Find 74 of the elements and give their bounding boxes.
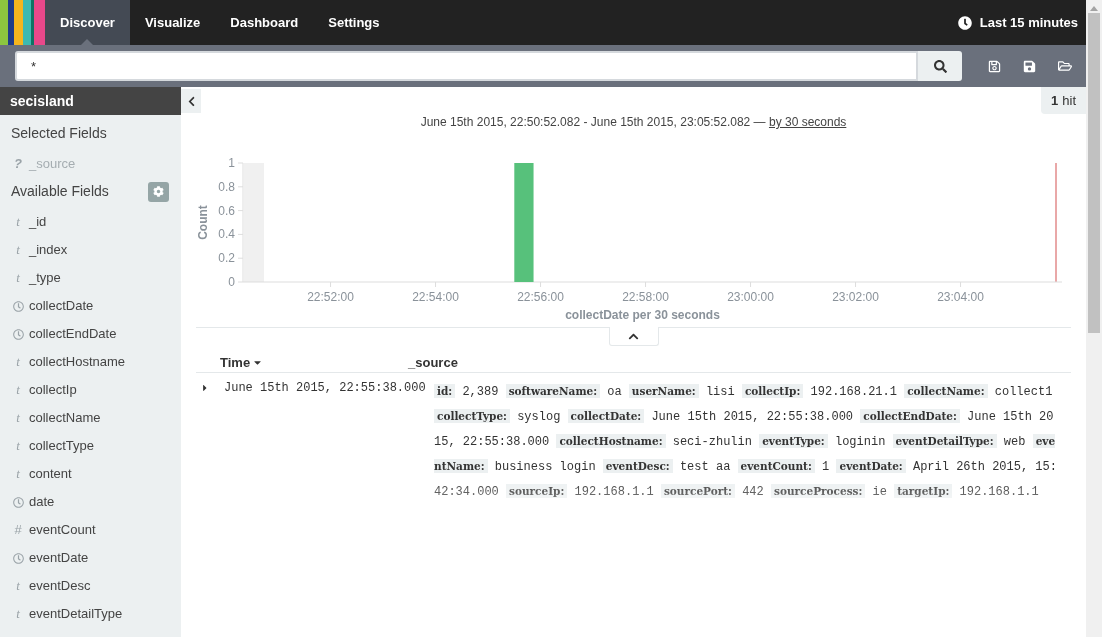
x-tick-label: 22:52:00 <box>307 290 354 304</box>
string-type-icon: t <box>12 576 24 596</box>
field-name[interactable]: eventCount <box>29 520 96 540</box>
collapse-chart-button[interactable] <box>608 327 659 346</box>
x-tick-label: 22:56:00 <box>517 290 564 304</box>
time-picker[interactable]: Last 15 minutes <box>957 0 1086 45</box>
x-axis-title: collectDate per 30 seconds <box>565 308 720 322</box>
gear-icon <box>153 186 164 197</box>
field-name[interactable]: collectName <box>29 408 101 428</box>
clock-icon <box>12 496 24 508</box>
string-type-icon: t <box>12 380 24 400</box>
time-cell-text: June 15th 2015, 22:55:38.000 <box>223 380 427 397</box>
field-name[interactable]: _id <box>29 212 47 232</box>
clock-icon <box>12 552 24 564</box>
field-name[interactable]: eventDesc <box>29 576 91 596</box>
field-name[interactable]: collectDate <box>29 296 94 316</box>
field-name[interactable]: collectEndDate <box>29 324 117 344</box>
y-tick-label: 1 <box>228 156 235 170</box>
column-header: _source <box>408 354 458 372</box>
field-name[interactable]: date <box>29 492 55 512</box>
y-axis-title: Count <box>196 205 210 240</box>
string-type-icon: t <box>12 212 24 232</box>
string-type-icon: t <box>12 240 24 260</box>
y-tick-label: 0 <box>228 275 235 289</box>
string-type-icon: t <box>12 268 24 288</box>
new-document-icon[interactable] <box>988 59 1001 73</box>
field-name[interactable]: collectIp <box>29 380 77 400</box>
logo-icon <box>0 0 45 45</box>
field-name[interactable]: eventDate <box>29 548 89 568</box>
column-header[interactable]: Time <box>196 353 408 372</box>
save-icon[interactable] <box>1023 59 1036 73</box>
search-icon <box>933 59 947 73</box>
nav-tab[interactable]: Dashboard <box>215 0 314 45</box>
nav-tab[interactable]: Settings <box>313 0 395 45</box>
field-name[interactable]: eventDetailType <box>29 604 123 624</box>
search-button[interactable] <box>918 51 962 81</box>
clock-icon <box>12 328 24 340</box>
y-tick-label: 0.8 <box>218 179 235 194</box>
number-type-icon: # <box>12 520 24 540</box>
string-type-icon: t <box>12 604 24 624</box>
collapse-sidebar-button[interactable] <box>181 89 201 113</box>
folder-icon[interactable] <box>1058 59 1072 73</box>
y-tick-label: 0.4 <box>218 227 235 242</box>
search-field[interactable]: * <box>15 51 918 81</box>
x-tick-label: 22:58:00 <box>622 290 669 304</box>
interval-link[interactable]: by 30 seconds <box>768 115 847 129</box>
y-tick-label: 0.2 <box>218 251 235 266</box>
index-pattern-header: secisland <box>0 87 181 115</box>
nav-tab[interactable]: Discover <box>45 0 130 45</box>
x-tick-label: 22:54:00 <box>412 290 459 304</box>
nav-tab[interactable]: Visualize <box>129 0 216 45</box>
unknown-type-icon: ? <box>12 154 24 174</box>
scrollbar[interactable] <box>1086 0 1102 637</box>
clock-icon <box>957 15 972 30</box>
string-type-icon: t <box>12 464 24 484</box>
string-type-icon: t <box>12 408 24 428</box>
source-cell-text: id: 2,389 softwareName: oa userName: lisi collectIp: 192.168.21.1 collectName: collect1 collectType: syslog collectDate: June 15th 2015, 22:55:38.000 collectEndDate: June 15th 2015, 22:55:38.000 collectHostname: seci-zhulin eventType: loginin eventDetailType: web eventName: business login eventDesc: test aa eventCount: 1 eventDate: April 26th 2015, 15:42:34.000 sourceIp: 192.168.1.1 sourcePort: 442 sourceProcess: ie targetIp: 192.168.1.1 <box>434 383 1058 501</box>
settings-button[interactable] <box>148 181 169 202</box>
string-type-icon: t <box>12 352 24 372</box>
field-name[interactable]: _type <box>29 268 61 288</box>
x-tick-label: 23:02:00 <box>832 290 879 304</box>
section-title: Available Fields <box>11 182 109 201</box>
string-type-icon: t <box>12 436 24 456</box>
field-name[interactable]: content <box>29 464 72 484</box>
section-title: Selected Fields <box>10 124 108 143</box>
field-name[interactable]: _index <box>29 240 68 260</box>
y-tick-label: 0.6 <box>218 203 235 218</box>
x-tick-label: 23:04:00 <box>937 290 984 304</box>
x-tick-label: 23:00:00 <box>727 290 774 304</box>
field-name[interactable]: collectHostname <box>29 352 126 372</box>
hit-count: 1 hit <box>1041 87 1086 114</box>
field-name[interactable]: collectType <box>29 436 95 456</box>
time-range-text: June 15th 2015, 22:50:52.082 - June 15th 2015, 23:05:52.082 — <box>420 115 766 129</box>
clock-icon <box>12 300 24 312</box>
